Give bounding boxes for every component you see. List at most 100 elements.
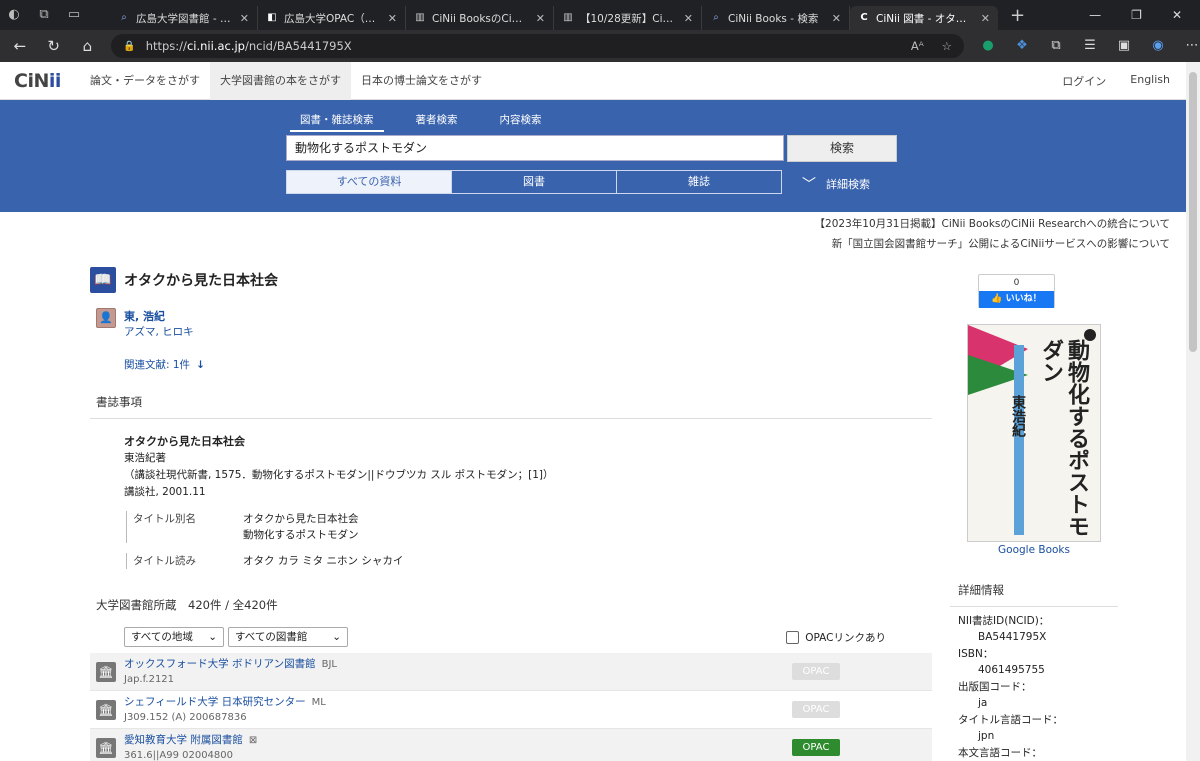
collections-icon[interactable]: ▣ (1116, 38, 1132, 54)
search-button[interactable]: 検索 (787, 135, 897, 162)
side-panel: 0 👍 いいね！ 動物化するポストモダン 東浩紀 Google Books 詳細… (950, 274, 1118, 761)
opac-button[interactable]: OPAC (792, 663, 840, 680)
cinii-logo[interactable]: CiNii (0, 70, 80, 92)
biblio-details: オタクから見た日本社会 東浩紀著 （講談社現代新書, 1575．動物化するポスト… (124, 433, 932, 569)
close-icon[interactable]: ✕ (832, 12, 841, 25)
extensions-icon[interactable]: ⧉ (1048, 38, 1064, 54)
browser-tab-3[interactable]: ▥ 【10/28更新】CiNii Diss ✕ (554, 6, 702, 30)
notice-link-0[interactable]: 【2023年10月31日掲載】CiNii BooksのCiNii Researc… (0, 214, 1170, 234)
library-link[interactable]: 愛知教育大学 附属図書館 (124, 734, 243, 746)
detail-info-title: 詳細情報 (950, 582, 1118, 607)
title-reading-row: タイトル読み オタク カラ ミタ ニホン シャカイ (126, 553, 932, 569)
grammarly-icon[interactable]: ● (980, 38, 996, 54)
minimize-icon[interactable]: — (1089, 8, 1101, 22)
author-name-link[interactable]: 東, 浩紀 (124, 308, 194, 324)
read-aloud-icon[interactable]: Aᴬ (911, 39, 924, 53)
login-link[interactable]: ログイン (1062, 73, 1106, 89)
search-input[interactable]: 動物化するポストモダン (286, 135, 784, 161)
close-icon[interactable]: ✕ (240, 12, 249, 25)
cinii-icon: C (860, 12, 868, 23)
library-select[interactable]: すべての図書館 ⌄ (228, 627, 348, 647)
lock-icon: 🔒 (123, 40, 136, 52)
book-cover-image[interactable]: 動物化するポストモダン 東浩紀 (967, 324, 1101, 542)
url-path: /ncid/BA5441795X (244, 39, 352, 53)
page-content: CiNii 論文・データをさがす 大学図書館の本をさがす 日本の博士論文をさがす… (0, 62, 1186, 761)
tab-actions-icon[interactable]: ▭ (66, 7, 82, 23)
like-button[interactable]: 👍 いいね！ (979, 291, 1054, 308)
more-menu-icon[interactable]: ⋯ (1184, 38, 1200, 54)
browser-address-bar: ← ↻ ⌂ 🔒 https:// ci.nii.ac.jp /ncid/BA54… (0, 30, 1200, 62)
url-host: ci.nii.ac.jp (186, 39, 245, 53)
arrow-down-icon: ↓ (196, 359, 205, 371)
close-icon[interactable]: ✕ (536, 12, 545, 25)
browser-tab-1[interactable]: ◧ 広島大学OPAC（蔵書 ✕ (258, 6, 406, 30)
person-icon: 👤 (96, 308, 116, 328)
browser-tab-5[interactable]: C CiNii 図書 - オタクから見 ✕ (850, 6, 998, 30)
reload-icon[interactable]: ↻ (40, 32, 68, 60)
maximize-icon[interactable]: ❐ (1131, 8, 1142, 22)
nav-dissertations[interactable]: 日本の博士論文をさがす (351, 62, 492, 100)
nav-books[interactable]: 大学図書館の本をさがす (210, 62, 351, 100)
browser-tab-4[interactable]: ⌕ CiNii Books - 検索 ✕ (702, 6, 850, 30)
alt-title-row: タイトル別名 オタクから見た日本社会 動物化するポストモダン (126, 511, 932, 543)
checkbox-icon (786, 630, 800, 644)
author-kana-link[interactable]: アズマ, ヒロキ (124, 324, 194, 339)
book-icon: 📖 (90, 267, 116, 293)
facebook-like-widget[interactable]: 0 👍 いいね！ (978, 274, 1055, 308)
page-icon: ▥ (415, 12, 425, 23)
extension-puzzle-alt-icon[interactable]: ❖ (1014, 38, 1030, 54)
close-window-icon[interactable]: ✕ (1172, 8, 1182, 22)
tab-content-search[interactable]: 内容検索 (490, 108, 552, 132)
browser-tab-bar: ◐ ⧉ ▭ ⌕ 広島大学図書館 - 検索 ✕ ◧ 広島大学OPAC（蔵書 ✕ ▥… (0, 0, 1200, 30)
url-field[interactable]: 🔒 https:// ci.nii.ac.jp /ncid/BA5441795X… (111, 34, 964, 58)
table-row: 🏛 オックスフォード大学 ボドリアン図書館 BJL Jap.f.2121 OPAC (90, 653, 932, 691)
workspaces-icon[interactable]: ⧉ (36, 7, 52, 23)
home-icon[interactable]: ⌂ (74, 32, 102, 60)
profile-avatar-icon[interactable]: ◐ (6, 7, 22, 23)
biblio-series: （講談社現代新書, 1575．動物化するポストモダン||ドウブツカ スル ポスト… (124, 469, 554, 481)
region-select[interactable]: すべての地域 ⌄ (124, 627, 224, 647)
page-scrollbar[interactable] (1186, 62, 1200, 761)
tab-book-search[interactable]: 図書・雑誌検索 (290, 108, 384, 132)
detail-info-list: NII書誌ID(NCID)： BA5441795X ISBN： 40614957… (958, 615, 1063, 759)
author-entry: 👤 東, 浩紀 アズマ, ヒロキ (96, 308, 932, 339)
url-prefix: https:// (145, 39, 187, 53)
biblio-section-title: 書誌事項 (90, 394, 932, 419)
close-icon[interactable]: ✕ (388, 12, 397, 25)
search-panel: 図書・雑誌検索 著者検索 内容検索 動物化するポストモダン 検索 すべての資料 … (0, 100, 1186, 212)
favorite-star-icon[interactable]: ☆ (942, 39, 952, 53)
close-icon[interactable]: ✕ (684, 12, 693, 25)
nav-articles[interactable]: 論文・データをさがす (80, 62, 210, 100)
site-nav: 論文・データをさがす 大学図書館の本をさがす 日本の博士論文をさがす (80, 62, 492, 100)
browser-tab-0[interactable]: ⌕ 広島大学図書館 - 検索 ✕ (110, 6, 258, 30)
holdings-list: 🏛 オックスフォード大学 ボドリアン図書館 BJL Jap.f.2121 OPAC… (90, 653, 932, 761)
favorites-icon[interactable]: ☰ (1082, 38, 1098, 54)
library-link[interactable]: オックスフォード大学 ボドリアン図書館 (124, 658, 316, 670)
chevron-down-icon: ﹀ (802, 177, 816, 193)
opac-button[interactable]: OPAC (792, 701, 840, 718)
back-icon[interactable]: ← (6, 32, 34, 60)
scrollbar-thumb[interactable] (1189, 72, 1197, 352)
new-tab-icon[interactable]: + (1010, 5, 1025, 26)
google-books-link[interactable]: Google Books (950, 544, 1118, 556)
tab-author-search[interactable]: 著者検索 (406, 108, 468, 132)
notice-link-1[interactable]: 新「国立国会図書館サーチ」公開によるCiNiiサービスへの影響について (0, 234, 1170, 254)
library-icon: 🏛 (96, 699, 116, 720)
opac-filter-checkbox[interactable]: OPACリンクあり (786, 630, 886, 645)
holdings-title: 大学図書館所蔵 420件 / 全420件 (96, 598, 278, 612)
search-icon: ⌕ (713, 12, 719, 23)
related-docs-link[interactable]: 関連文献: 1件 ↓ (124, 357, 932, 372)
language-link[interactable]: English (1130, 73, 1170, 89)
tab-journals[interactable]: 雑誌 (616, 170, 782, 194)
copilot-icon[interactable]: ◉ (1150, 38, 1166, 54)
library-link[interactable]: シェフィールド大学 日本研究センター (124, 696, 306, 708)
browser-tab-2[interactable]: ▥ CiNii BooksのCiNii Rese ✕ (406, 6, 554, 30)
advanced-search-toggle[interactable]: ﹀ 詳細検索 (802, 174, 870, 194)
opac-button[interactable]: OPAC (792, 739, 840, 756)
search-mode-tabs: 図書・雑誌検索 著者検索 内容検索 (290, 108, 552, 132)
tab-all-materials[interactable]: すべての資料 (286, 170, 452, 194)
page-icon: ▥ (563, 12, 573, 23)
window-controls: — ❐ ✕ (1089, 8, 1200, 22)
tab-books[interactable]: 図書 (451, 170, 617, 194)
close-icon[interactable]: ✕ (981, 12, 990, 25)
